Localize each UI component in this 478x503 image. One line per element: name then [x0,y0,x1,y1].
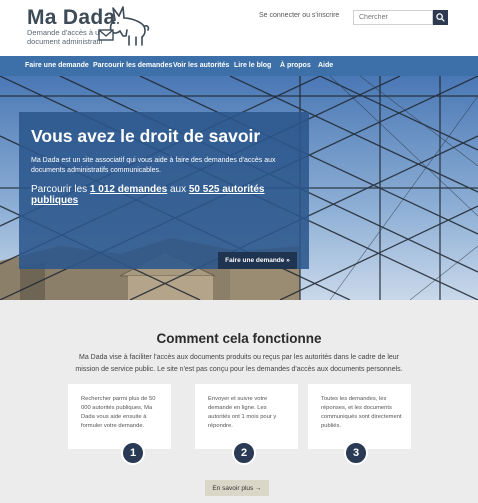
make-request-button[interactable]: Faire une demande » [218,252,297,269]
hero-stats: Parcourir les 1 012 demandes aux 50 525 … [31,184,299,206]
learn-more-button[interactable]: En savoir plus → [205,480,269,496]
step-card-text: Rechercher parmi plus de 50 000 autorité… [81,396,156,429]
stats-prefix: Parcourir les [31,184,88,195]
nav-item-make-request[interactable]: Faire une demande [25,62,89,69]
search-button[interactable] [433,10,448,25]
hero-banner: Vous avez le droit de savoir Ma Dada est… [0,76,478,300]
main-navigation: Faire une demande Parcourir les demandes… [0,56,478,76]
how-it-works-title: Comment cela fonctionne [156,331,322,346]
step-number-3: 3 [344,441,368,465]
step-card-3: Toutes les demandes, les réponses, et le… [308,384,411,449]
nav-item-browse-requests[interactable]: Parcourir les demandes [93,62,172,69]
stats-middle: aux [169,184,187,195]
site-header: Ma Dada Demande d'accès à un document ad… [0,0,478,56]
step-number-1: 1 [121,441,145,465]
step-card-text: Toutes les demandes, les réponses, et le… [321,396,402,429]
nav-item-about[interactable]: À propos [280,62,311,69]
search-icon [436,13,445,22]
step-card-1: Rechercher parmi plus de 50 000 autorité… [68,384,171,449]
how-it-works-description: Ma Dada vise à faciliter l'accès aux doc… [75,354,403,373]
step-card-2: Envoyer et suivre votre demande en ligne… [195,384,298,449]
hero-title: Vous avez le droit de savoir [31,126,261,146]
hero-panel: Vous avez le droit de savoir Ma Dada est… [19,112,309,269]
requests-count-link[interactable]: 1 012 demandes [90,184,167,195]
step-number-2: 2 [232,441,256,465]
donkey-logo-icon[interactable] [93,6,151,48]
hero-description: Ma Dada est un site associatif qui vous … [31,157,276,174]
nav-item-help[interactable]: Aide [318,62,333,69]
search-input[interactable] [353,10,433,25]
nav-item-authorities[interactable]: Voir les autorités [173,62,229,69]
how-it-works-section: Comment cela fonctionne Ma Dada vise à f… [0,300,478,503]
step-card-text: Envoyer et suivre votre demande en ligne… [208,396,277,429]
nav-item-blog[interactable]: Lire le blog [234,62,271,69]
login-link[interactable]: Se connecter ou s'inscrire [259,12,339,19]
